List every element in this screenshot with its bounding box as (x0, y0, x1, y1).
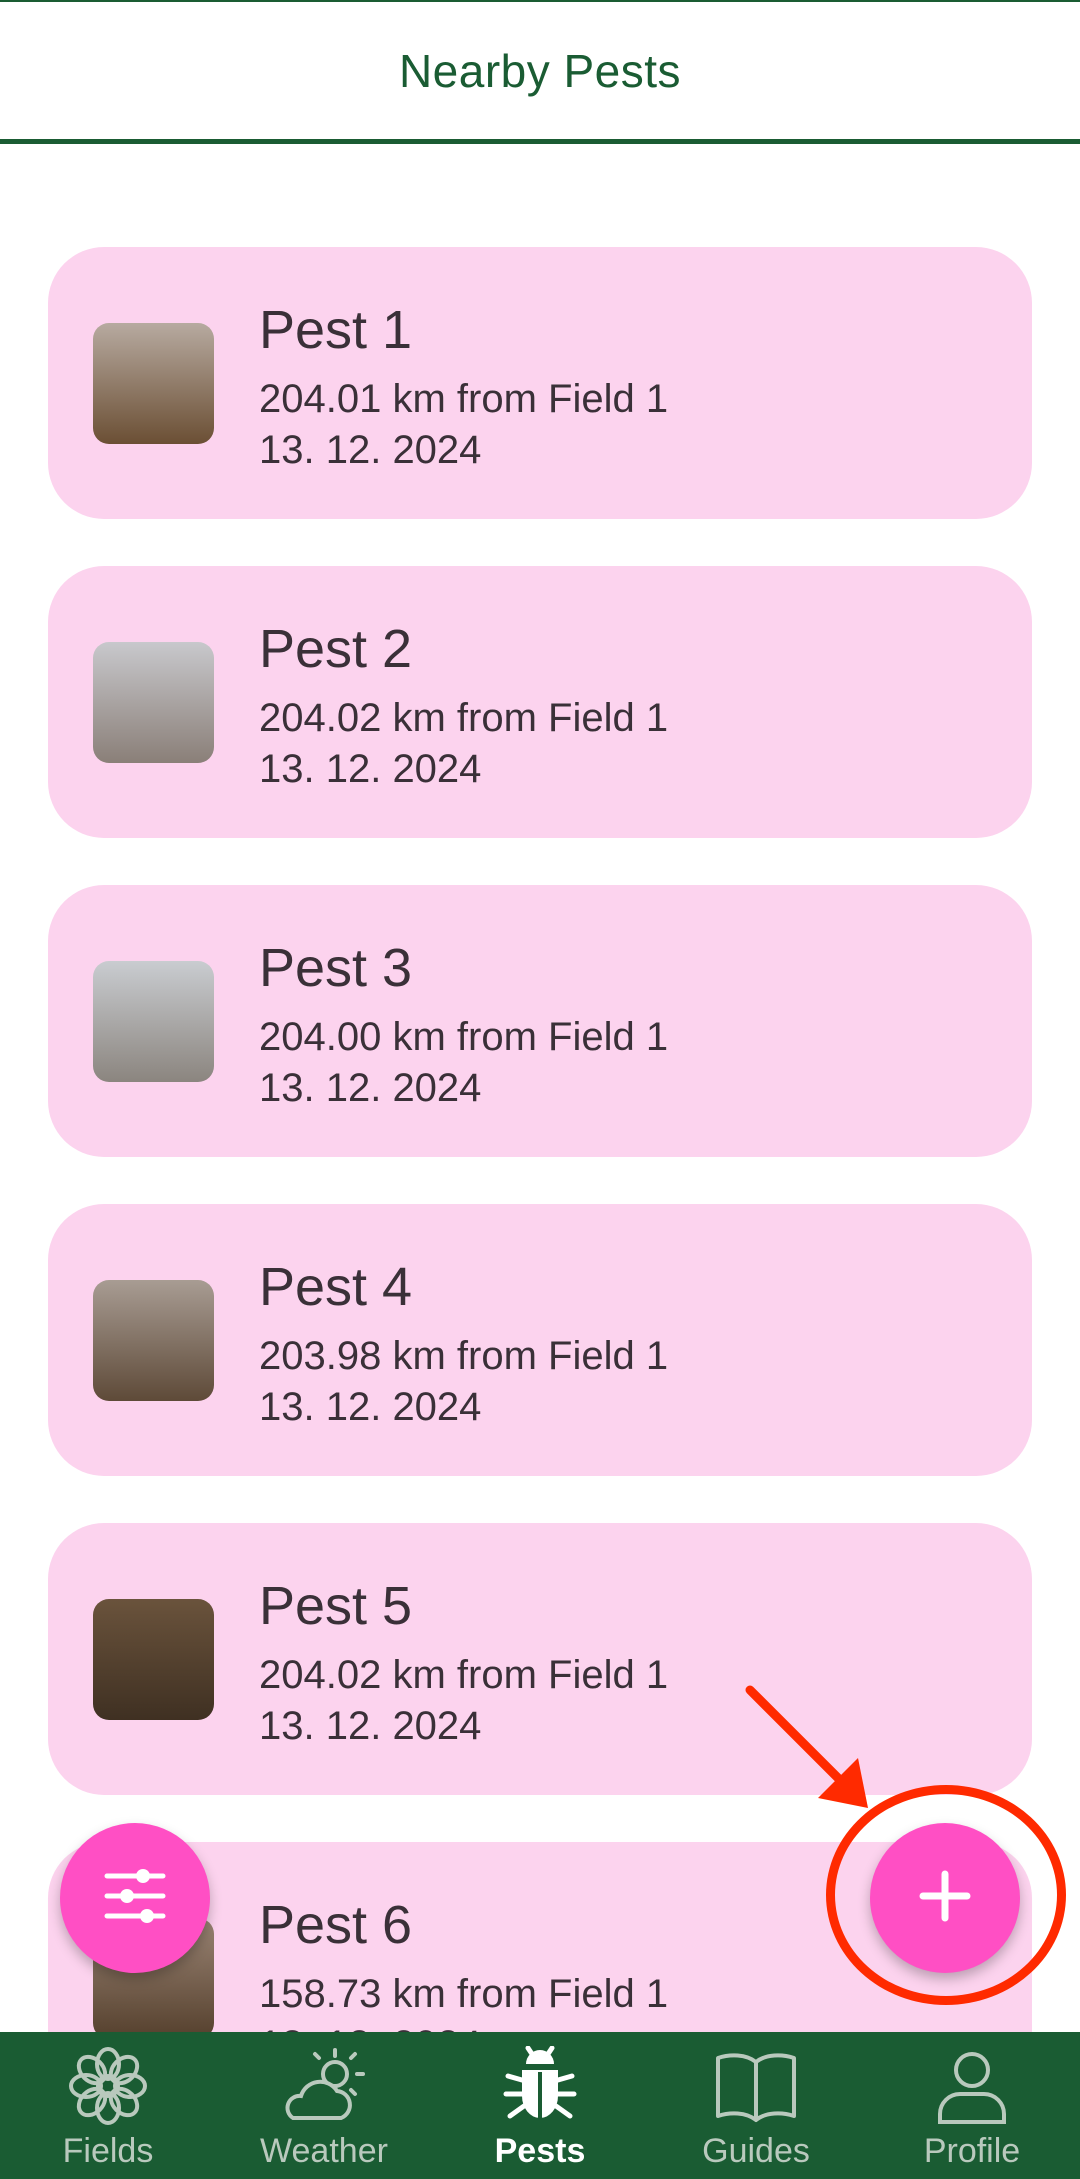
bug-icon (500, 2046, 580, 2126)
bottom-navigation: Fields Weather Pests Guides Profile (0, 2032, 1080, 2179)
nav-label: Pests (494, 2132, 586, 2170)
pest-distance: 204.02 km from Field 1 (259, 696, 669, 740)
nav-label: Weather (260, 2132, 388, 2170)
nav-item-guides[interactable]: Guides (648, 2032, 864, 2179)
pest-card[interactable]: Pest 4 203.98 km from Field 1 13. 12. 20… (48, 1204, 1032, 1476)
pest-distance: 204.01 km from Field 1 (259, 377, 669, 421)
pest-thumbnail (93, 961, 214, 1082)
pest-date: 13. 12. 2024 (259, 1385, 482, 1429)
nav-item-profile[interactable]: Profile (864, 2032, 1080, 2179)
pest-distance: 158.73 km from Field 1 (259, 1972, 669, 2016)
pest-distance: 203.98 km from Field 1 (259, 1334, 669, 1378)
annotation-arrow-icon (745, 1685, 868, 1808)
book-icon (714, 2046, 798, 2126)
nav-label: Guides (702, 2132, 810, 2170)
pest-name: Pest 2 (259, 619, 413, 679)
filter-button[interactable] (60, 1823, 210, 1973)
pest-date: 13. 12. 2024 (259, 1066, 482, 1110)
person-icon (932, 2046, 1012, 2126)
nav-label: Profile (923, 2132, 1021, 2170)
sun-cloud-icon (279, 2046, 369, 2126)
nav-item-pests[interactable]: Pests (432, 2032, 648, 2179)
pest-list[interactable]: Pest 1 204.01 km from Field 1 13. 12. 20… (0, 144, 1080, 2032)
pest-name: Pest 1 (259, 300, 413, 360)
pest-name: Pest 4 (259, 1257, 413, 1317)
pest-card[interactable]: Pest 2 204.02 km from Field 1 13. 12. 20… (48, 566, 1032, 838)
nav-item-weather[interactable]: Weather (216, 2032, 432, 2179)
pest-name: Pest 5 (259, 1576, 413, 1636)
nav-label: Fields (62, 2132, 154, 2170)
pest-distance: 204.00 km from Field 1 (259, 1015, 669, 1059)
nav-item-fields[interactable]: Fields (0, 2032, 216, 2179)
pest-card[interactable]: Pest 5 204.02 km from Field 1 13. 12. 20… (48, 1523, 1032, 1795)
pest-distance: 204.02 km from Field 1 (259, 1653, 669, 1697)
pest-date: 13. 12. 2024 (259, 2023, 481, 2032)
pest-name: Pest 3 (259, 938, 413, 998)
pest-thumbnail (93, 642, 214, 763)
pest-date: 13. 12. 2024 (259, 428, 482, 472)
pest-card[interactable]: Pest 3 204.00 km from Field 1 13. 12. 20… (48, 885, 1032, 1157)
pest-thumbnail (93, 1599, 214, 1720)
top-app-bar: Nearby Pests (0, 0, 1080, 144)
pest-date: 13. 12. 2024 (259, 1704, 482, 1748)
page-title: Nearby Pests (398, 44, 682, 97)
pest-thumbnail (93, 323, 214, 444)
sliders-icon (103, 1868, 167, 1929)
pest-date: 13. 12. 2024 (259, 747, 482, 791)
pest-card[interactable]: Pest 1 204.01 km from Field 1 13. 12. 20… (48, 247, 1032, 519)
pest-name: Pest 6 (259, 1895, 413, 1955)
pest-thumbnail (93, 1280, 214, 1401)
flower-icon (68, 2046, 148, 2126)
